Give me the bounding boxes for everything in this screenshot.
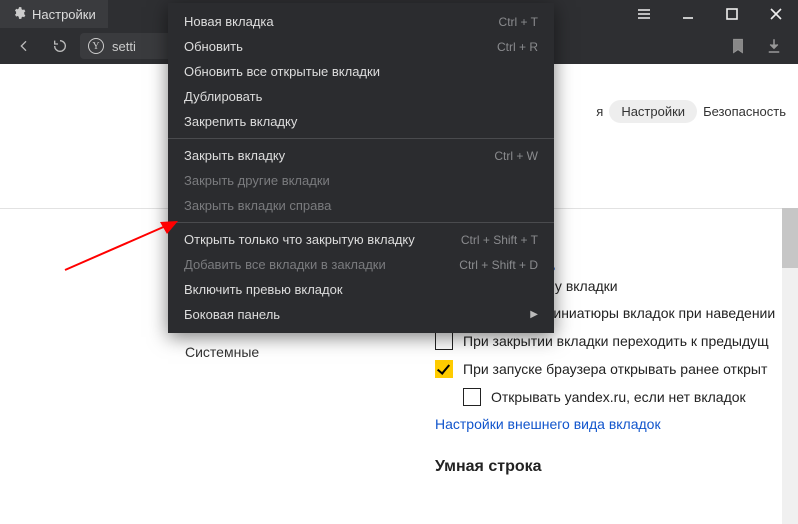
downloads-icon[interactable] bbox=[758, 30, 790, 62]
nav-item-settings[interactable]: Настройки bbox=[609, 100, 697, 123]
option-close-previous[interactable]: При закрытии вкладки переходить к предыд… bbox=[435, 332, 794, 350]
tab-title: Настройки bbox=[32, 7, 96, 22]
menu-item[interactable]: Закрыть вкладкуCtrl + W bbox=[168, 143, 554, 168]
close-button[interactable] bbox=[754, 0, 798, 28]
checkbox-checked[interactable] bbox=[435, 360, 453, 378]
checkbox-unchecked[interactable] bbox=[435, 332, 453, 350]
menu-item-label: Обновить все открытые вкладки bbox=[184, 64, 538, 79]
scrollbar-thumb[interactable] bbox=[782, 208, 798, 268]
menu-item-label: Открыть только что закрытую вкладку bbox=[184, 232, 461, 247]
menu-item[interactable]: ОбновитьCtrl + R bbox=[168, 34, 554, 59]
menu-item[interactable]: Открыть только что закрытую вкладкуCtrl … bbox=[168, 227, 554, 252]
menu-item-label: Закрыть вкладки справа bbox=[184, 198, 538, 213]
bookmark-icon[interactable] bbox=[722, 30, 754, 62]
menu-item-label: Закрепить вкладку bbox=[184, 114, 538, 129]
back-button[interactable] bbox=[8, 30, 40, 62]
vertical-scrollbar[interactable] bbox=[782, 208, 798, 524]
gear-icon bbox=[12, 6, 26, 23]
sidebar-item-system[interactable]: Системные bbox=[185, 344, 259, 360]
menu-item: Закрыть другие вкладки bbox=[168, 168, 554, 193]
option-label: При закрытии вкладки переходить к предыд… bbox=[463, 333, 769, 349]
browser-tab-settings[interactable]: Настройки bbox=[0, 0, 108, 28]
menu-item-label: Закрыть вкладку bbox=[184, 148, 494, 163]
menu-item-shortcut: Ctrl + T bbox=[499, 15, 538, 29]
maximize-button[interactable] bbox=[710, 0, 754, 28]
menu-item-shortcut: Ctrl + R bbox=[497, 40, 538, 54]
menu-item[interactable]: Обновить все открытые вкладки bbox=[168, 59, 554, 84]
tab-context-menu: Новая вкладкаCtrl + TОбновитьCtrl + RОбн… bbox=[168, 3, 554, 333]
menu-item-label: Новая вкладка bbox=[184, 14, 499, 29]
menu-separator bbox=[168, 138, 554, 139]
option-open-yandex[interactable]: Открывать yandex.ru, если нет вкладок bbox=[463, 388, 794, 406]
menu-item: Закрыть вкладки справа bbox=[168, 193, 554, 218]
menu-item[interactable]: Закрепить вкладку bbox=[168, 109, 554, 134]
reload-button[interactable] bbox=[44, 30, 76, 62]
menu-item-label: Включить превью вкладок bbox=[184, 282, 538, 297]
menu-item-label: Боковая панель bbox=[184, 307, 530, 322]
chevron-right-icon: ▶ bbox=[530, 309, 538, 320]
menu-item-label: Закрыть другие вкладки bbox=[184, 173, 538, 188]
menu-item-shortcut: Ctrl + W bbox=[494, 149, 538, 163]
menu-item-label: Обновить bbox=[184, 39, 497, 54]
settings-top-nav: я Настройки Безопасность bbox=[596, 100, 798, 123]
option-label: При запуске браузера открывать ранее отк… bbox=[463, 361, 767, 377]
heading-smart-line: Умная строка bbox=[435, 458, 794, 476]
hamburger-icon[interactable] bbox=[622, 0, 666, 28]
menu-item: Добавить все вкладки в закладкиCtrl + Sh… bbox=[168, 252, 554, 277]
menu-item-shortcut: Ctrl + Shift + T bbox=[461, 233, 538, 247]
checkbox-unchecked[interactable] bbox=[463, 388, 481, 406]
nav-item-partial[interactable]: я bbox=[596, 104, 603, 119]
menu-item[interactable]: Боковая панель▶ bbox=[168, 302, 554, 327]
minimize-button[interactable] bbox=[666, 0, 710, 28]
option-label: Открывать yandex.ru, если нет вкладок bbox=[491, 389, 746, 405]
menu-item-label: Дублировать bbox=[184, 89, 538, 104]
yandex-logo-icon: Y bbox=[88, 38, 104, 54]
menu-separator bbox=[168, 222, 554, 223]
omnibox-text: setti bbox=[112, 39, 136, 54]
menu-item[interactable]: Дублировать bbox=[168, 84, 554, 109]
option-restore-tabs[interactable]: При запуске браузера открывать ранее отк… bbox=[435, 360, 794, 378]
window-buttons bbox=[622, 0, 798, 28]
menu-item[interactable]: Включить превью вкладок bbox=[168, 277, 554, 302]
menu-item-label: Добавить все вкладки в закладки bbox=[184, 257, 459, 272]
menu-item-shortcut: Ctrl + Shift + D bbox=[459, 258, 538, 272]
nav-item-security[interactable]: Безопасность bbox=[703, 104, 786, 119]
link-tab-appearance[interactable]: Настройки внешнего вида вкладок bbox=[435, 416, 794, 432]
menu-item[interactable]: Новая вкладкаCtrl + T bbox=[168, 9, 554, 34]
